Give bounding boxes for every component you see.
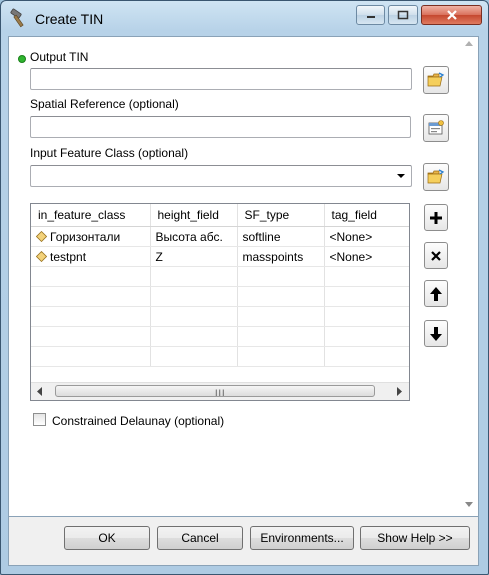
arrow-up-icon xyxy=(430,286,442,301)
title-bar[interactable]: Create TIN xyxy=(1,1,488,35)
feature-class-table: in_feature_class height_field SF_type ta… xyxy=(30,203,410,401)
table-cell[interactable] xyxy=(324,306,409,327)
table-cell[interactable] xyxy=(237,286,325,307)
table-cell[interactable] xyxy=(237,326,325,347)
table-cell[interactable] xyxy=(324,326,409,347)
table-row[interactable] xyxy=(31,306,409,327)
horizontal-scrollbar[interactable]: III xyxy=(31,382,409,400)
table-cell[interactable] xyxy=(150,346,238,367)
table-cell[interactable]: Горизонтали xyxy=(31,226,151,247)
arrow-down-icon xyxy=(430,326,442,341)
table-cell[interactable]: <None> xyxy=(324,226,409,247)
open-folder-icon xyxy=(427,72,445,87)
table-cell[interactable]: masspoints xyxy=(237,246,325,267)
table-cell[interactable] xyxy=(237,306,325,327)
table-header-row: in_feature_class height_field SF_type ta… xyxy=(31,204,409,227)
table-cell[interactable] xyxy=(150,306,238,327)
table-cell[interactable]: softline xyxy=(237,226,325,247)
close-icon xyxy=(446,10,457,20)
minimize-icon xyxy=(366,16,375,18)
spatial-reference-input[interactable] xyxy=(30,116,411,138)
column-header[interactable]: SF_type xyxy=(237,204,325,227)
table-cell[interactable] xyxy=(31,326,151,347)
hammer-icon xyxy=(10,8,24,28)
table-cell[interactable] xyxy=(150,266,238,287)
move-down-button[interactable] xyxy=(424,320,448,347)
table-cell[interactable]: Z xyxy=(150,246,238,267)
table-cell[interactable] xyxy=(150,286,238,307)
panel-vertical-scrollbar[interactable] xyxy=(462,37,476,516)
horizontal-scroll-thumb[interactable]: III xyxy=(55,385,375,398)
table-cell[interactable] xyxy=(150,326,238,347)
column-header[interactable]: height_field xyxy=(150,204,238,227)
table-row[interactable]: Горизонтали Высота абс. softline <None> xyxy=(31,226,409,247)
input-feature-class-combobox[interactable] xyxy=(30,165,412,187)
maximize-button[interactable] xyxy=(388,5,418,25)
table-row[interactable]: testpnt Z masspoints <None> xyxy=(31,246,409,267)
table-cell[interactable] xyxy=(31,266,151,287)
spatial-reference-properties-button[interactable] xyxy=(423,114,449,142)
scroll-up-arrow-icon[interactable] xyxy=(465,41,473,46)
column-header[interactable]: in_feature_class xyxy=(31,204,151,227)
table-cell[interactable] xyxy=(31,346,151,367)
output-tin-browse-button[interactable] xyxy=(423,66,449,94)
scroll-left-arrow-icon[interactable] xyxy=(37,387,43,396)
delete-x-icon xyxy=(431,250,441,261)
table-cell[interactable] xyxy=(324,266,409,287)
column-header[interactable]: tag_field xyxy=(324,204,409,227)
table-cell[interactable] xyxy=(31,306,151,327)
scroll-grip: III xyxy=(215,388,226,398)
scroll-right-arrow-icon[interactable] xyxy=(397,387,403,396)
table-row[interactable] xyxy=(31,346,409,367)
environments-button[interactable]: Environments... xyxy=(250,526,354,550)
constrained-delaunay-label: Constrained Delaunay (optional) xyxy=(52,414,225,428)
table-cell[interactable] xyxy=(324,346,409,367)
required-indicator-icon xyxy=(18,55,26,63)
cell-text: testpnt xyxy=(50,249,87,264)
constrained-delaunay-checkbox[interactable] xyxy=(33,413,46,426)
remove-row-button[interactable] xyxy=(424,242,448,269)
table-cell[interactable]: Высота абс. xyxy=(150,226,238,247)
output-tin-label: Output TIN xyxy=(30,50,89,64)
scroll-down-arrow-icon[interactable] xyxy=(465,502,473,507)
add-row-button[interactable] xyxy=(424,204,448,231)
feature-class-icon xyxy=(36,230,47,242)
feature-class-icon xyxy=(36,250,47,262)
table-cell[interactable]: testpnt xyxy=(31,246,151,267)
cell-text: Горизонтали xyxy=(50,229,121,244)
spatial-reference-label: Spatial Reference (optional) xyxy=(30,97,179,111)
plus-icon xyxy=(430,211,442,224)
table-cell[interactable] xyxy=(324,286,409,307)
open-folder-icon xyxy=(427,169,445,184)
window-title: Create TIN xyxy=(35,11,104,27)
input-feature-class-browse-button[interactable] xyxy=(423,163,449,191)
minimize-button[interactable] xyxy=(356,5,385,25)
cancel-button[interactable]: Cancel xyxy=(157,526,243,550)
table-row[interactable] xyxy=(31,326,409,347)
table-row[interactable] xyxy=(31,286,409,307)
dropdown-arrow-icon[interactable] xyxy=(394,166,408,186)
show-help-button[interactable]: Show Help >> xyxy=(360,526,470,550)
move-up-button[interactable] xyxy=(424,280,448,307)
ok-button[interactable]: OK xyxy=(64,526,150,550)
table-row[interactable] xyxy=(31,266,409,287)
table-cell[interactable] xyxy=(237,266,325,287)
table-cell[interactable] xyxy=(31,286,151,307)
output-tin-input[interactable] xyxy=(30,68,412,90)
close-window-button[interactable] xyxy=(421,5,482,25)
table-cell[interactable]: <None> xyxy=(324,246,409,267)
maximize-icon xyxy=(397,10,409,20)
table-cell[interactable] xyxy=(237,346,325,367)
spatial-reference-properties-icon xyxy=(428,120,444,135)
input-feature-class-label: Input Feature Class (optional) xyxy=(30,146,189,160)
